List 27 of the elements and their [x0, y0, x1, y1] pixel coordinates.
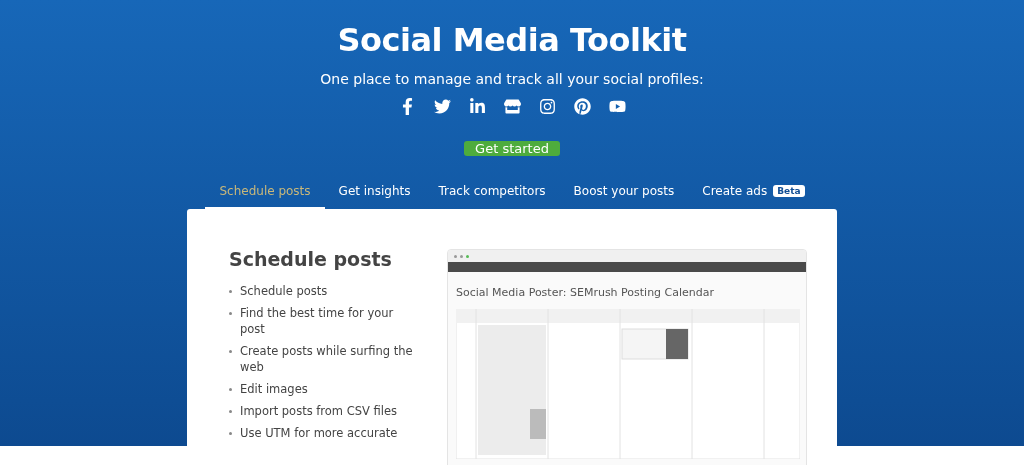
bullet-icon	[229, 350, 232, 353]
beta-badge: Beta	[773, 185, 805, 197]
bullet-icon	[229, 410, 232, 413]
bullet-icon	[229, 388, 232, 391]
youtube-icon[interactable]	[608, 98, 626, 115]
feature-tab[interactable]: Create ads Beta	[688, 178, 819, 209]
feature-item: Edit images	[240, 381, 308, 397]
feature-item: Create posts while surfing the web	[240, 343, 414, 375]
page-title: Social Media Toolkit	[337, 20, 687, 60]
twitter-icon[interactable]	[433, 98, 451, 115]
store-icon[interactable]	[503, 98, 521, 115]
feature-item: Schedule posts	[240, 283, 328, 299]
bullet-icon	[229, 432, 232, 435]
feature-item: Import posts from CSV files	[240, 403, 398, 419]
feature-item: Use UTM for more accurate	[240, 425, 398, 441]
bullet-icon	[229, 312, 232, 315]
feature-item: Find the best time for your post	[240, 305, 395, 337]
bullet-icon	[229, 290, 232, 293]
linkedin-icon[interactable]	[468, 98, 486, 115]
feature-tab[interactable]: Get insights	[324, 178, 425, 209]
feature-tab[interactable]: Track competitors	[424, 178, 560, 209]
section-heading: Schedule posts	[229, 247, 393, 271]
pinterest-icon[interactable]	[573, 98, 591, 115]
subtitle: One place to manage and track all your social profiles:	[320, 70, 704, 88]
screenshot-title: Social Media Poster: SEMrush Posting Calendar	[455, 285, 716, 301]
feature-tab[interactable]: Boost your posts	[559, 178, 689, 209]
instagram-icon[interactable]	[538, 98, 556, 115]
